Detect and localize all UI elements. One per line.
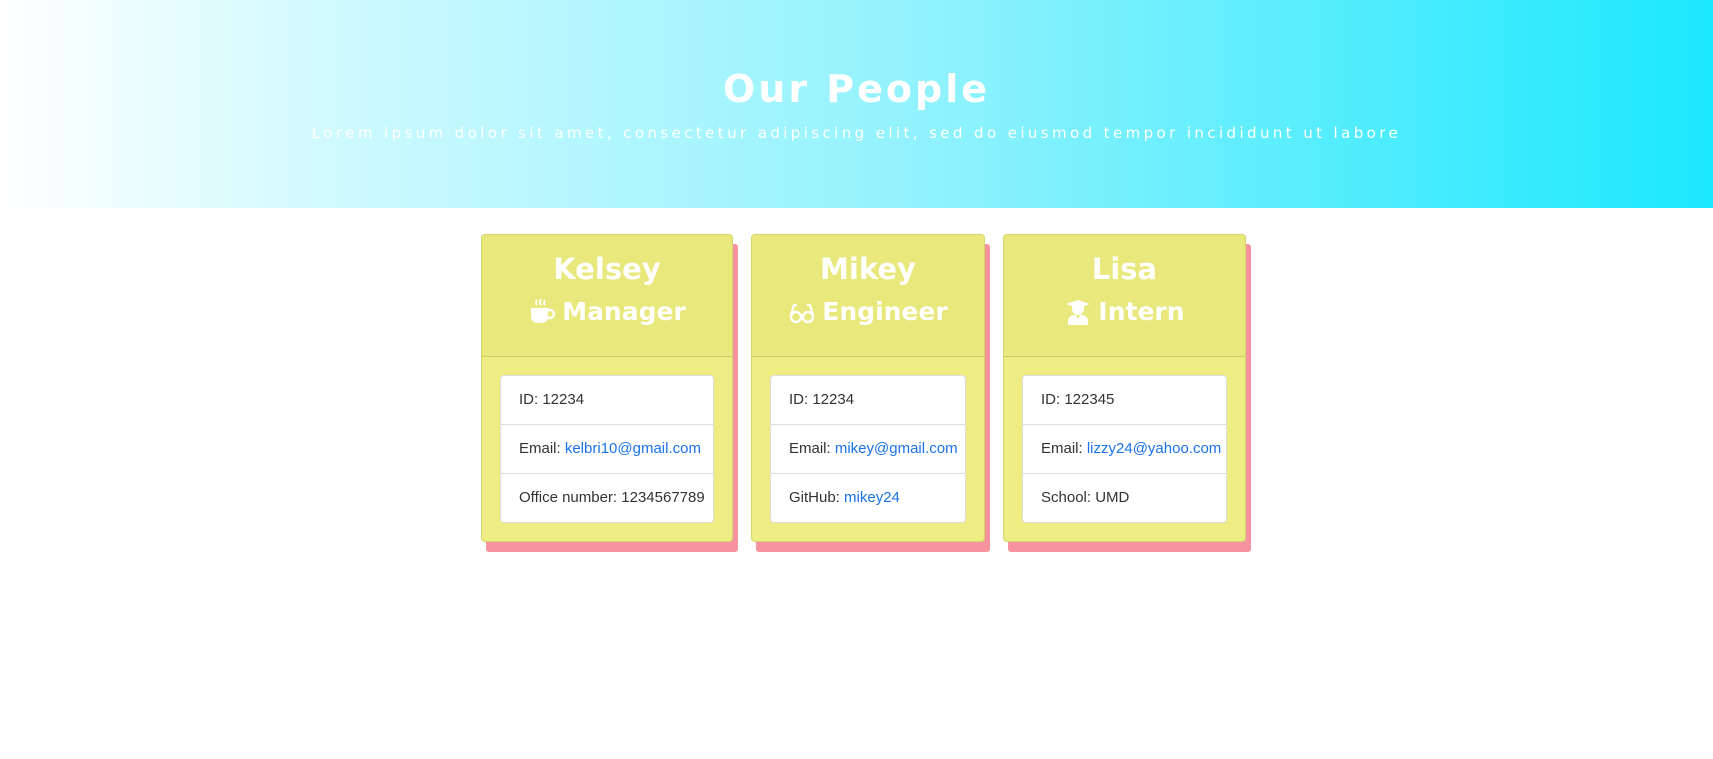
card-header: Kelsey Manager bbox=[482, 235, 732, 357]
graduate-icon bbox=[1066, 300, 1091, 325]
id-value: 122345 bbox=[1064, 391, 1115, 408]
card-body: Lisa Intern ID: 122345 Email: lizzy24@ya… bbox=[1003, 234, 1246, 542]
list-item-id: ID: 12234 bbox=[771, 376, 965, 425]
card-header: Lisa Intern bbox=[1004, 235, 1245, 357]
email-link[interactable]: mikey@gmail.com bbox=[835, 440, 958, 457]
hero-banner: Our People Lorem ipsum dolor sit amet, c… bbox=[0, 0, 1713, 208]
office-number-label: Office number: bbox=[519, 489, 622, 506]
list-item-office-number: Office number: 1234567789 bbox=[501, 474, 713, 522]
list-item-email: Email: lizzy24@yahoo.com bbox=[1023, 425, 1226, 474]
school-value: UMD bbox=[1095, 489, 1130, 506]
employee-name: Mikey bbox=[820, 252, 916, 286]
email-label: Email: bbox=[1041, 440, 1087, 457]
employee-card-manager: Kelsey Manager ID: 12234 Email: kelbri10… bbox=[481, 234, 738, 552]
list-item-github: GitHub: mikey24 bbox=[771, 474, 965, 522]
employee-card-engineer: Mikey Engineer ID: 12234 Email: mikey@gm… bbox=[751, 234, 990, 552]
card-body: Kelsey Manager ID: 12234 Email: kelbri10… bbox=[481, 234, 733, 542]
role-label: Intern bbox=[1098, 297, 1185, 326]
school-label: School: bbox=[1041, 489, 1096, 506]
employee-card-intern: Lisa Intern ID: 122345 Email: lizzy24@ya… bbox=[1003, 234, 1251, 552]
email-label: Email: bbox=[519, 440, 565, 457]
role-label: Engineer bbox=[822, 297, 948, 326]
email-link[interactable]: lizzy24@yahoo.com bbox=[1087, 440, 1221, 457]
card-body: Mikey Engineer ID: 12234 Email: mikey@gm… bbox=[751, 234, 985, 542]
list-item-email: Email: mikey@gmail.com bbox=[771, 425, 965, 474]
id-value: 12234 bbox=[812, 391, 855, 408]
id-label: ID: bbox=[1041, 391, 1065, 408]
employee-role: Intern bbox=[1004, 297, 1245, 327]
list-item-id: ID: 122345 bbox=[1023, 376, 1226, 425]
employee-role: Manager bbox=[482, 297, 732, 327]
id-label: ID: bbox=[519, 391, 543, 408]
card-header: Mikey Engineer bbox=[752, 235, 984, 357]
employee-details-list: ID: 12234 Email: kelbri10@gmail.com Offi… bbox=[500, 375, 714, 523]
list-item-email: Email: kelbri10@gmail.com bbox=[501, 425, 713, 474]
id-label: ID: bbox=[789, 391, 813, 408]
page-title: Our People bbox=[722, 67, 991, 111]
page-subtitle: Lorem ipsum dolor sit amet, consectetur … bbox=[311, 124, 1402, 142]
list-item-id: ID: 12234 bbox=[501, 376, 713, 425]
id-value: 12234 bbox=[542, 391, 585, 408]
glasses-icon bbox=[790, 303, 815, 324]
employee-details-list: ID: 12234 Email: mikey@gmail.com GitHub:… bbox=[770, 375, 966, 523]
list-item-school: School: UMD bbox=[1023, 474, 1226, 522]
role-label: Manager bbox=[562, 297, 686, 326]
email-label: Email: bbox=[789, 440, 835, 457]
coffee-icon bbox=[531, 298, 556, 323]
employee-name: Kelsey bbox=[553, 252, 661, 286]
github-link[interactable]: mikey24 bbox=[844, 489, 900, 506]
github-label: GitHub: bbox=[789, 489, 845, 506]
employee-role: Engineer bbox=[752, 297, 984, 327]
email-link[interactable]: kelbri10@gmail.com bbox=[565, 440, 701, 457]
office-number-value: 1234567789 bbox=[621, 489, 705, 506]
employee-details-list: ID: 122345 Email: lizzy24@yahoo.com Scho… bbox=[1022, 375, 1227, 523]
employee-name: Lisa bbox=[1091, 252, 1158, 286]
